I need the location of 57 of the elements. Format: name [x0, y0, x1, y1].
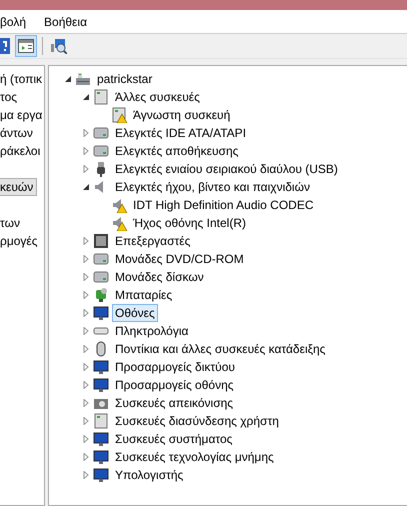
tree-item[interactable]: Μονάδες DVD/CD-ROM: [112, 250, 247, 268]
expand-arrow-icon[interactable]: [82, 417, 90, 425]
expand-arrow-icon[interactable]: [82, 453, 90, 461]
help-icon[interactable]: [0, 36, 10, 56]
expand-arrow-icon[interactable]: [82, 309, 90, 317]
expand-arrow-icon[interactable]: [82, 237, 90, 245]
tree-item[interactable]: Συσκευές απεικόνισης: [112, 394, 236, 412]
tree-item[interactable]: Προσαρμογείς δικτύου: [112, 358, 238, 376]
tree-item[interactable]: Ήχος οθόνης Intel(R): [130, 214, 249, 232]
nav-item[interactable]: άντων: [0, 124, 37, 142]
tree-item[interactable]: Άλλες συσκευές: [112, 88, 203, 106]
nav-item[interactable]: ράκελοι: [0, 142, 44, 160]
tree-item[interactable]: Υπολογιστής: [112, 466, 186, 484]
tree-item[interactable]: Οθόνες: [112, 304, 158, 322]
tree-item[interactable]: Μονάδες δίσκων: [112, 268, 207, 286]
collapse-arrow-icon[interactable]: [82, 183, 90, 191]
expand-arrow-icon[interactable]: [82, 399, 90, 407]
menu-item[interactable]: Βοήθεια: [44, 14, 88, 28]
scan-icon[interactable]: [49, 36, 69, 56]
nav-item[interactable]: τος: [0, 88, 22, 106]
menu-item[interactable]: βολή: [0, 14, 26, 28]
tree-item[interactable]: patrickstar: [94, 70, 156, 88]
expand-arrow-icon[interactable]: [82, 129, 90, 137]
tree-item[interactable]: Ελεγκτές αποθήκευσης: [112, 142, 242, 160]
tree-item[interactable]: Μπαταρίες: [112, 286, 176, 304]
expand-arrow-icon[interactable]: [82, 147, 90, 155]
tree-item[interactable]: Επεξεργαστές: [112, 232, 194, 250]
collapse-arrow-icon[interactable]: [64, 75, 72, 83]
tree-item[interactable]: IDT High Definition Audio CODEC: [130, 196, 317, 214]
tree-item[interactable]: Πληκτρολόγια: [112, 322, 192, 340]
tree-item[interactable]: Ποντίκια και άλλες συσκευές κατάδειξης: [112, 340, 328, 358]
expand-arrow-icon[interactable]: [82, 435, 90, 443]
tree-item[interactable]: Συσκευές συστήματος: [112, 430, 236, 448]
expand-arrow-icon[interactable]: [82, 345, 90, 353]
expand-arrow-icon[interactable]: [82, 471, 90, 479]
expand-arrow-icon[interactable]: [82, 327, 90, 335]
nav-item[interactable]: ή (τοπικ: [0, 70, 44, 88]
expand-arrow-icon[interactable]: [82, 255, 90, 263]
nav-item[interactable]: ρμογές: [0, 232, 42, 250]
expand-arrow-icon[interactable]: [82, 363, 90, 371]
nav-item[interactable]: κευών: [0, 178, 38, 196]
expand-arrow-icon[interactable]: [82, 273, 90, 281]
tree-item[interactable]: Συσκευές διασύνδεσης χρήστη: [112, 412, 282, 430]
tree-item[interactable]: Ελεγκτές IDE ATA/ATAPI: [112, 124, 250, 142]
tree-item[interactable]: Άγνωστη συσκευή: [130, 106, 234, 124]
collapse-arrow-icon[interactable]: [82, 93, 90, 101]
expand-arrow-icon[interactable]: [82, 291, 90, 299]
tree-item[interactable]: Συσκευές τεχνολογίας μνήμης: [112, 448, 277, 466]
expand-arrow-icon[interactable]: [82, 381, 90, 389]
tree-item[interactable]: Προσαρμογείς οθόνης: [112, 376, 237, 394]
expand-arrow-icon[interactable]: [82, 165, 90, 173]
tree-item[interactable]: Ελεγκτές ενιαίου σειριακού διαύλου (USB): [112, 160, 341, 178]
panel-icon[interactable]: [16, 36, 36, 56]
tree-item[interactable]: Ελεγκτές ήχου, βίντεο και παιχνιδιών: [112, 178, 313, 196]
computer-icon: [75, 71, 91, 87]
nav-item[interactable]: μα εργα: [0, 106, 44, 124]
nav-item[interactable]: των: [0, 214, 24, 232]
